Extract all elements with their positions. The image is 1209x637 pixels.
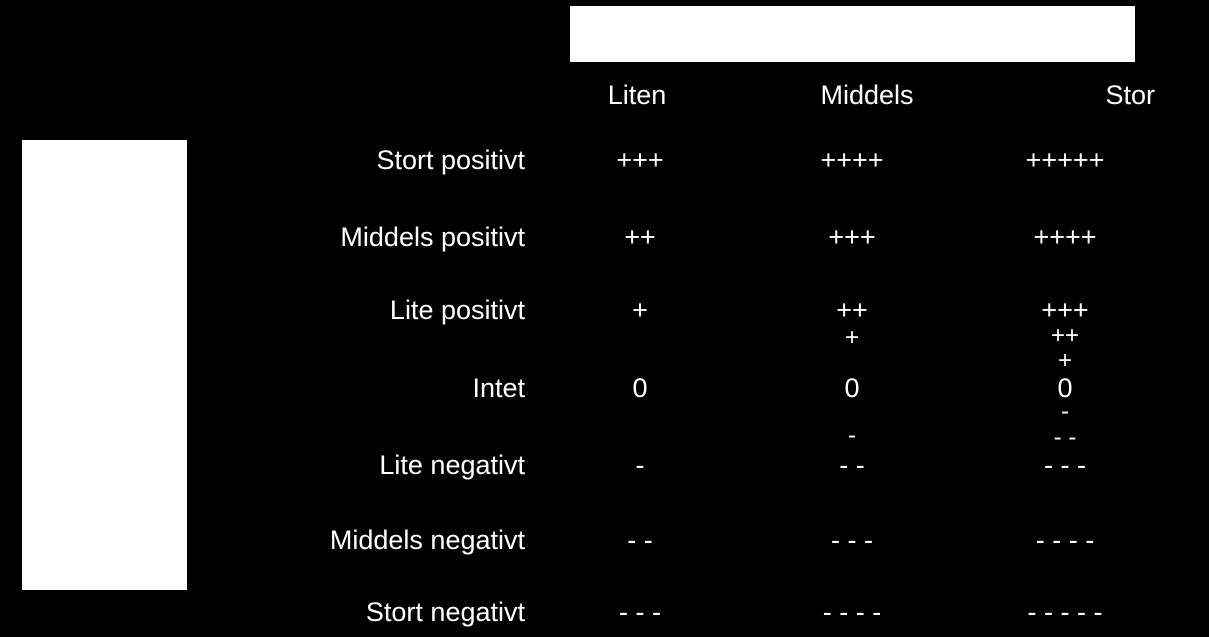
row-label-middels-negativt: Middels negativt: [225, 525, 525, 556]
col-header-liten: Liten: [577, 80, 697, 111]
col-header-middels: Middels: [787, 80, 947, 111]
cell-r6-liten: - -: [560, 525, 720, 556]
row-label-lite-positivt: Lite positivt: [225, 295, 525, 326]
cell-r1-middels: ++++: [772, 145, 932, 176]
cell-r2-middels: +++: [772, 222, 932, 253]
row-label-stort-negativt: Stort negativt: [225, 597, 525, 628]
col-header-stor: Stor: [1035, 80, 1155, 111]
top-banner-box: [570, 6, 1135, 62]
extra-stor-minus: -: [985, 399, 1145, 425]
row-label-stort-positivt: Stort positivt: [225, 145, 525, 176]
cell-r7-stor: - - - - -: [985, 597, 1145, 628]
cell-r3-liten: +: [560, 295, 720, 326]
cell-r4-middels: 0: [772, 373, 932, 404]
row-label-intet: Intet: [225, 373, 525, 404]
cell-r7-middels: - - - -: [772, 597, 932, 628]
extra-stor-plus: +: [985, 348, 1145, 374]
cell-r4-liten: 0: [560, 373, 720, 404]
extra-middels-plus: +: [772, 325, 932, 351]
cell-r6-middels: - - -: [772, 525, 932, 556]
cell-r1-liten: +++: [560, 145, 720, 176]
cell-r5-middels: - -: [772, 450, 932, 481]
cell-r7-liten: - - -: [560, 597, 720, 628]
row-label-lite-negativt: Lite negativt: [225, 450, 525, 481]
extra-stor-plusplus: ++: [985, 323, 1145, 349]
extra-stor-minusminus: - -: [985, 425, 1145, 451]
row-label-middels-positivt: Middels positivt: [225, 222, 525, 253]
cell-r6-stor: - - - -: [985, 525, 1145, 556]
left-panel-box: [22, 140, 187, 590]
column-headers: Liten Middels Stor: [225, 80, 1190, 120]
cell-r5-stor: - - -: [985, 450, 1145, 481]
extra-middels-minus-a: -: [772, 423, 932, 449]
cell-r3-middels: ++: [772, 295, 932, 326]
cell-r1-stor: +++++: [985, 145, 1145, 176]
cell-r2-liten: ++: [560, 222, 720, 253]
cell-r2-stor: ++++: [985, 222, 1145, 253]
cell-r5-liten: -: [560, 450, 720, 481]
